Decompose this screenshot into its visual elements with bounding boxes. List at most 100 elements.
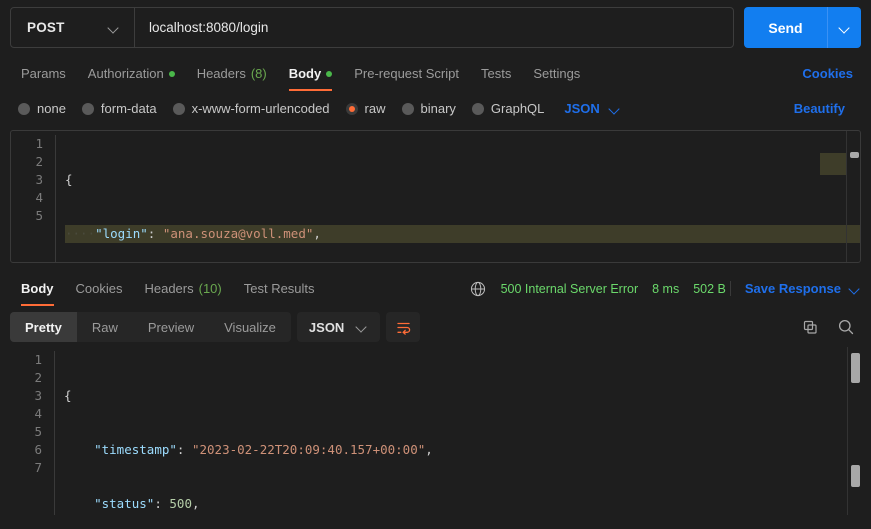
chevron-down-icon [108,22,120,34]
url-input[interactable]: localhost:8080/login [135,8,733,47]
response-time: 8 ms [652,281,680,296]
tab-params[interactable]: Params [10,55,77,92]
code-comma: , [425,442,433,457]
request-editor-scrollbar[interactable] [846,131,860,262]
tab-label: Settings [533,66,581,81]
tab-label: Headers [144,281,194,296]
response-status-group: 500 Internal Server Error 8 ms 502 B [469,280,726,298]
tab-body[interactable]: Body [278,55,344,92]
code-comma: , [313,226,321,241]
request-body-editor[interactable]: 1 2 3 4 5 { ····"login": "ana.souza@voll… [10,130,861,263]
chevron-down-icon [609,103,621,115]
request-tab-bar: Params Authorization Headers (8) Body Pr… [0,55,871,92]
code-key: "timestamp" [94,442,177,457]
response-code-area[interactable]: 1 2 3 4 5 6 7 { "timestamp": "2023-02-22… [10,347,861,515]
tab-label: Body [21,281,54,296]
send-button[interactable]: Send [744,7,827,48]
code-brace: { [65,172,73,187]
http-method-select[interactable]: POST [11,8,135,47]
word-wrap-icon [397,322,411,335]
response-format-label: JSON [308,319,345,335]
beautify-link[interactable]: Beautify [786,101,853,116]
scrollbar-thumb[interactable] [851,353,860,383]
radio-icon [81,102,94,115]
response-tab-cookies[interactable]: Cookies [65,270,134,307]
code-line: "timestamp": "2023-02-22T20:09:40.157+00… [64,441,861,459]
line-number: 1 [35,136,43,151]
tab-authorization[interactable]: Authorization [77,55,186,92]
line-number: 7 [34,460,42,475]
radio-icon [172,102,185,115]
request-code-area[interactable]: 1 2 3 4 5 { ····"login": "ana.souza@voll… [11,131,860,262]
body-type-label: GraphQL [490,101,545,116]
code-line-highlighted: ····"login": "ana.souza@voll.med", [65,225,860,243]
globe-icon [470,281,485,296]
body-type-label: x-www-form-urlencoded [191,101,330,116]
code-number: 500 [169,496,192,511]
scrollbar-thumb-secondary[interactable] [851,465,860,487]
radio-icon [18,102,30,115]
chevron-down-icon [356,321,368,333]
body-type-label: form-data [100,101,157,116]
response-format-select[interactable]: JSON [296,312,381,342]
code-comma: , [191,496,200,511]
radio-icon [471,102,484,115]
body-type-none[interactable]: none [18,101,66,116]
line-number: 2 [34,370,42,385]
view-mode-raw[interactable]: Raw [77,312,133,342]
response-tab-body[interactable]: Body [10,270,65,307]
body-type-x-www-form-urlencoded[interactable]: x-www-form-urlencoded [172,101,330,116]
code-indent: ···· [65,226,96,241]
tab-label: Pre-request Script [354,66,459,81]
body-type-graphql[interactable]: GraphQL [471,101,545,116]
body-type-raw[interactable]: raw [345,101,386,116]
view-mode-preview[interactable]: Preview [133,312,209,342]
view-mode-pretty[interactable]: Pretty [10,312,77,342]
response-code-lines[interactable]: { "timestamp": "2023-02-22T20:09:40.157+… [54,351,861,515]
code-colon: : [154,496,162,511]
radio-icon [401,102,414,115]
response-body-editor[interactable]: 1 2 3 4 5 6 7 { "timestamp": "2023-02-22… [10,347,861,515]
response-tab-bar: Body Cookies Headers (10) Test Results 5… [0,270,871,307]
cookies-link[interactable]: Cookies [794,66,861,81]
minimap-highlight [820,153,846,175]
body-type-label: none [37,101,66,116]
method-url-group: POST localhost:8080/login [10,7,734,48]
tab-count: (8) [250,66,267,81]
raw-format-select[interactable]: JSON [564,101,620,116]
body-type-form-data[interactable]: form-data [81,101,157,116]
code-line: "status": 500, [64,495,861,513]
tab-headers[interactable]: Headers (8) [186,55,278,92]
tab-tests[interactable]: Tests [470,55,522,92]
scrollbar-thumb[interactable] [850,152,859,158]
search-icon [838,319,854,335]
request-gutter: 1 2 3 4 5 [11,135,55,262]
copy-response-button[interactable] [795,312,825,342]
view-mode-visualize[interactable]: Visualize [209,312,291,342]
tab-pre-request-script[interactable]: Pre-request Script [343,55,470,92]
response-tab-test-results[interactable]: Test Results [233,270,326,307]
send-group: Send [744,7,861,48]
status-dot-icon [326,70,333,77]
body-type-label: binary [420,101,456,116]
line-number: 3 [35,172,43,187]
response-editor-scrollbar[interactable] [847,347,861,515]
search-response-button[interactable] [831,312,861,342]
tab-settings[interactable]: Settings [522,55,591,92]
http-method-label: POST [27,20,65,35]
save-response-button[interactable]: Save Response [729,281,861,296]
tab-label: Headers [196,66,246,81]
request-url-bar: POST localhost:8080/login Send [0,0,871,55]
body-type-binary[interactable]: binary [401,101,456,116]
line-number: 3 [34,388,42,403]
response-toolbar: Pretty Raw Preview Visualize JSON [0,307,871,347]
response-tab-headers[interactable]: Headers (10) [133,270,232,307]
line-number: 4 [35,190,43,205]
body-type-row: none form-data x-www-form-urlencoded raw… [0,92,871,125]
request-code-lines[interactable]: { ····"login": "ana.souza@voll.med", ···… [55,135,860,262]
send-options-button[interactable] [827,7,861,48]
word-wrap-button[interactable] [386,312,421,342]
